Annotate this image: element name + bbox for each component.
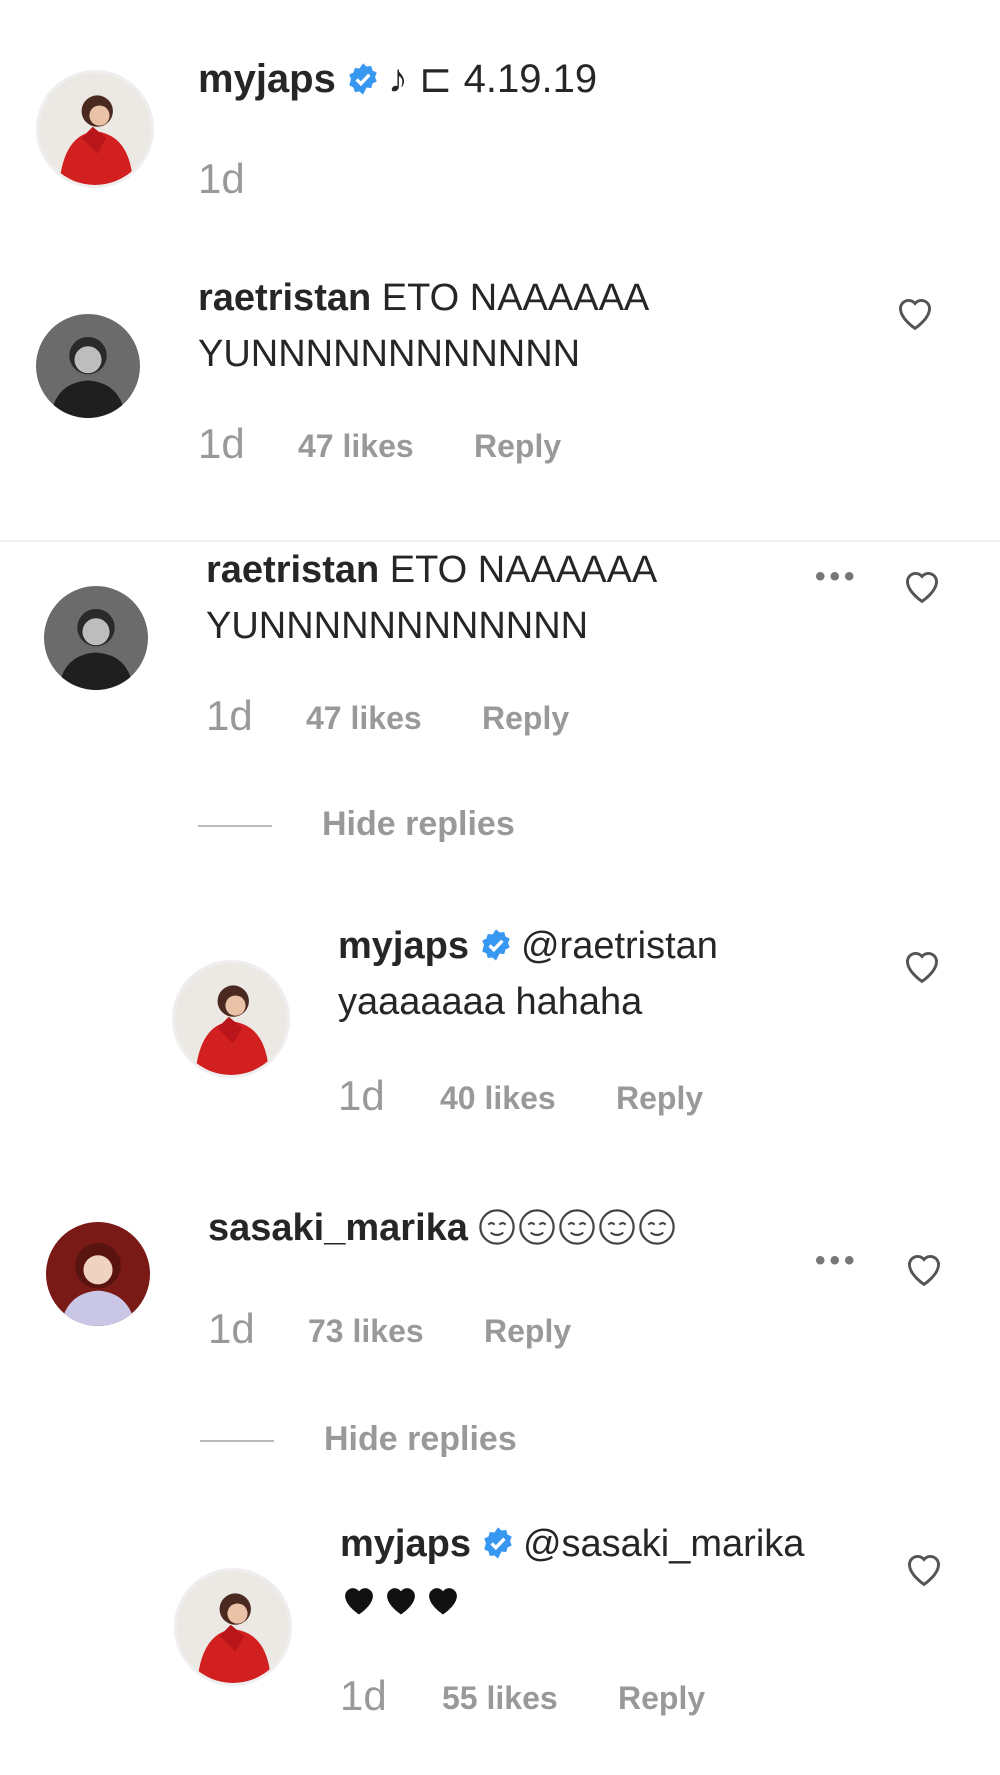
likes-count[interactable]: 55 likes [442, 1680, 558, 1717]
avatar-raetristan[interactable] [36, 314, 140, 418]
comment-username[interactable]: raetristan [198, 277, 371, 319]
comment-time: 1d [198, 420, 245, 467]
caption-text: ♪ ⊏ 4.19.19 [387, 57, 598, 101]
like-heart-icon[interactable] [893, 292, 937, 332]
hide-replies-button[interactable]: Hide replies [322, 805, 515, 844]
relieved-face-icon [519, 1209, 556, 1245]
reply-button[interactable]: Reply [484, 1313, 571, 1350]
like-heart-icon[interactable] [900, 565, 944, 605]
comment-username[interactable]: sasaki_marika [208, 1207, 468, 1249]
black-heart-icon [387, 1588, 415, 1615]
comment-text-line2: YUNNNNNNNNNNNN [206, 605, 589, 647]
more-options-icon[interactable]: ••• [815, 560, 859, 594]
comment-time: 1d [208, 1305, 255, 1352]
more-options-icon[interactable]: ••• [815, 1244, 859, 1278]
reply-body: yaaaaaaa hahaha [338, 981, 643, 1023]
relieved-face-icon [479, 1209, 516, 1245]
mention-link[interactable]: @raetristan [521, 925, 718, 967]
comment-text-line1: ETO NAAAAAA [381, 277, 650, 319]
reply-time: 1d [340, 1672, 387, 1719]
comment-time: 1d [206, 692, 253, 739]
comment-text-line1: ETO NAAAAAA [389, 549, 658, 591]
avatar-myjaps[interactable] [174, 1568, 292, 1686]
mention-link[interactable]: @sasaki_marika [523, 1523, 804, 1565]
verified-badge-icon [349, 63, 377, 95]
relieved-face-icon [559, 1209, 596, 1245]
reply-button[interactable]: Reply [482, 700, 569, 737]
avatar-myjaps[interactable] [36, 70, 154, 188]
black-heart-icon [345, 1588, 373, 1615]
likes-count[interactable]: 40 likes [440, 1080, 556, 1117]
hide-replies-button[interactable]: Hide replies [324, 1420, 517, 1459]
reply-time: 1d [338, 1072, 385, 1119]
comment-text: raetristan ETO NAAAAAA YUNNNNNNNNNNNN [206, 542, 657, 654]
reply-button[interactable]: Reply [474, 428, 561, 465]
avatar-sasaki-marika[interactable] [46, 1222, 150, 1326]
reply-text: myjaps @raetristan yaaaaaaa hahaha [338, 918, 718, 1030]
likes-count[interactable]: 47 likes [298, 428, 414, 465]
comment-text: raetristan ETO NAAAAAA YUNNNNNNNNNNNN [198, 270, 649, 382]
comment-username[interactable]: raetristan [206, 549, 379, 591]
emoji-group [478, 1207, 678, 1249]
reply-username[interactable]: myjaps [340, 1523, 471, 1565]
like-heart-icon[interactable] [902, 1248, 946, 1288]
like-heart-icon[interactable] [900, 945, 944, 985]
reply-text: myjaps @sasaki_marika [340, 1516, 804, 1628]
reply-button[interactable]: Reply [618, 1680, 705, 1717]
reply-button[interactable]: Reply [616, 1080, 703, 1117]
verified-badge-icon [484, 1527, 512, 1559]
avatar-myjaps[interactable] [172, 960, 290, 1078]
avatar-raetristan[interactable] [44, 586, 148, 690]
black-heart-icon [429, 1588, 457, 1615]
caption-time: 1d [198, 155, 245, 202]
like-heart-icon[interactable] [902, 1548, 946, 1588]
comment-text-line2: YUNNNNNNNNNNNN [198, 333, 581, 375]
relieved-face-icon [639, 1209, 676, 1245]
comment-text: sasaki_marika [208, 1200, 678, 1256]
verified-badge-icon [482, 929, 510, 961]
caption-line: myjaps ♪ ⊏ 4.19.19 [198, 56, 597, 102]
likes-count[interactable]: 73 likes [308, 1313, 424, 1350]
reply-username[interactable]: myjaps [338, 925, 469, 967]
hide-replies-line [200, 1440, 274, 1442]
hide-replies-line [198, 825, 272, 827]
relieved-face-icon [599, 1209, 636, 1245]
caption-username[interactable]: myjaps [198, 57, 336, 101]
likes-count[interactable]: 47 likes [306, 700, 422, 737]
